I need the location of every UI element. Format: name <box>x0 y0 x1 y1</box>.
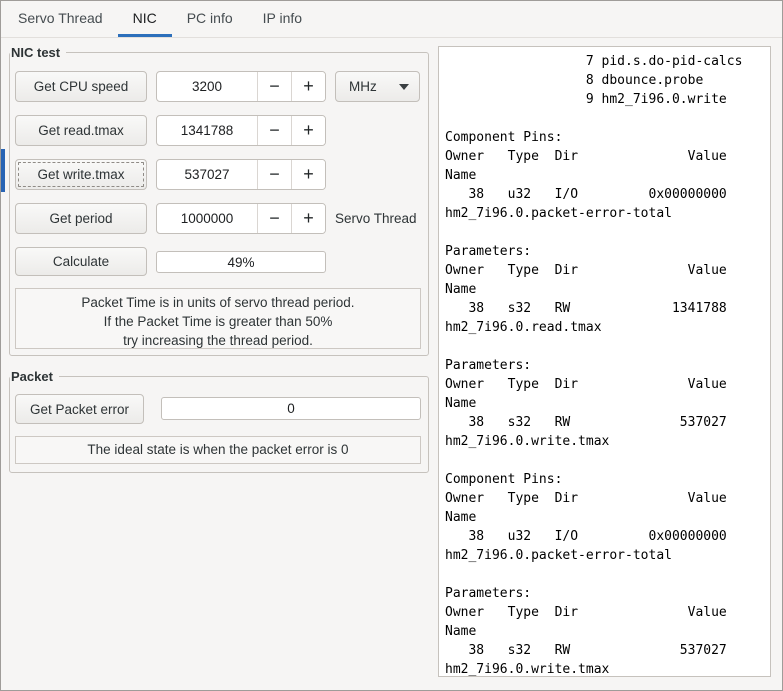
packet-time-note: Packet Time is in units of servo thread … <box>15 288 421 349</box>
packet-error-field[interactable]: 0 <box>161 397 421 420</box>
packet-legend: Packet <box>10 368 59 385</box>
period-spinbox: 1000000 − + <box>156 203 326 234</box>
unit-dropdown-value: MHz <box>349 79 377 94</box>
get-read-tmax-button[interactable]: Get read.tmax <box>15 115 147 146</box>
read-tmax-value[interactable]: 1341788 <box>157 116 257 145</box>
period-decrement-button[interactable]: − <box>257 204 291 233</box>
cpu-speed-spinbox: 3200 − + <box>156 71 326 102</box>
app-window: Servo Thread NIC PC info IP info NIC tes… <box>0 0 783 691</box>
tab-servo-thread[interactable]: Servo Thread <box>3 1 118 37</box>
read-tmax-spinbox: 1341788 − + <box>156 115 326 146</box>
cpu-speed-decrement-button[interactable]: − <box>257 72 291 101</box>
write-tmax-increment-button[interactable]: + <box>291 160 325 189</box>
write-tmax-decrement-button[interactable]: − <box>257 160 291 189</box>
tab-bar: Servo Thread NIC PC info IP info <box>1 1 782 38</box>
tab-nic[interactable]: NIC <box>117 1 172 37</box>
unit-dropdown[interactable]: MHz <box>335 71 420 102</box>
tab-pc-info[interactable]: PC info <box>172 1 248 37</box>
tab-ip-info[interactable]: IP info <box>248 1 317 37</box>
write-tmax-value[interactable]: 537027 <box>157 160 257 189</box>
servo-thread-label: Servo Thread <box>335 211 417 226</box>
period-increment-button[interactable]: + <box>291 204 325 233</box>
hal-output-panel: 7 pid.s.do-pid-calcs 8 dbounce.probe 9 h… <box>438 46 771 677</box>
calculate-button[interactable]: Calculate <box>15 247 147 276</box>
hal-output-text[interactable]: 7 pid.s.do-pid-calcs 8 dbounce.probe 9 h… <box>439 47 770 676</box>
get-period-button[interactable]: Get period <box>15 203 147 234</box>
packet-time-progress[interactable]: 49% <box>156 251 326 273</box>
get-write-tmax-button[interactable]: Get write.tmax <box>15 159 147 190</box>
get-packet-error-button[interactable]: Get Packet error <box>15 394 145 424</box>
chevron-down-icon <box>399 83 409 90</box>
cpu-speed-value[interactable]: 3200 <box>157 72 257 101</box>
packet-error-note: The ideal state is when the packet error… <box>15 436 421 464</box>
cpu-speed-increment-button[interactable]: + <box>291 72 325 101</box>
focus-indicator-stripe <box>1 149 5 192</box>
write-tmax-spinbox: 537027 − + <box>156 159 326 190</box>
period-value[interactable]: 1000000 <box>157 204 257 233</box>
get-cpu-speed-button[interactable]: Get CPU speed <box>15 71 147 102</box>
read-tmax-increment-button[interactable]: + <box>291 116 325 145</box>
nic-test-legend: NIC test <box>10 44 67 61</box>
read-tmax-decrement-button[interactable]: − <box>257 116 291 145</box>
